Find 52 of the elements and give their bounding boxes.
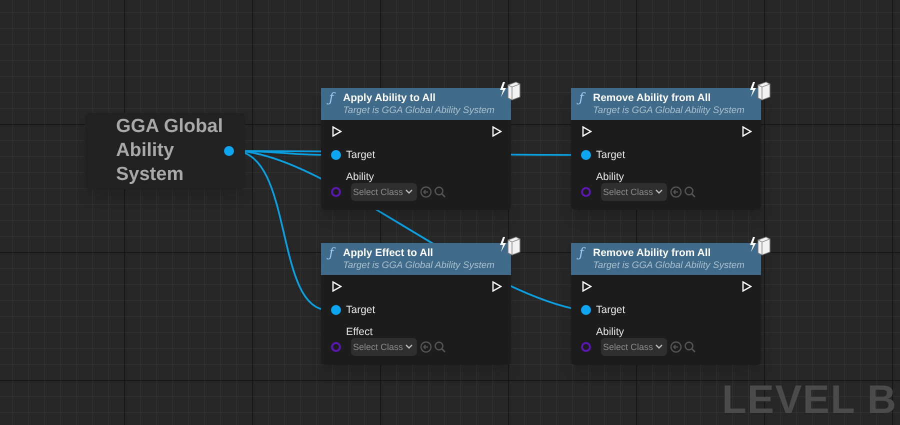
- node-title: Remove Ability from All: [593, 246, 711, 260]
- class-label: Ability: [596, 325, 624, 339]
- select-class-dropdown[interactable]: Select Class: [351, 338, 417, 356]
- target-pin[interactable]: [331, 150, 341, 160]
- function-node[interactable]: ƒ Remove Ability from All Target is GGA Global Ability System Target Ability Select Class: [571, 243, 761, 365]
- class-label: Ability: [346, 170, 374, 184]
- exec-out-pin[interactable]: [492, 281, 502, 292]
- exec-in-pin[interactable]: [332, 281, 342, 292]
- chevron-icon: [655, 189, 664, 195]
- server-icon: [749, 235, 771, 257]
- class-label: Effect: [346, 325, 373, 339]
- pin-label: Target: [596, 148, 626, 162]
- variable-node[interactable]: GGA Global Ability System: [85, 113, 245, 189]
- pin-label: Target: [346, 148, 376, 162]
- pin-label: Target: [346, 303, 376, 317]
- node-subtitle: Target is GGA Global Ability System: [593, 259, 745, 272]
- exec-out-pin[interactable]: [492, 126, 502, 137]
- target-pin[interactable]: [581, 150, 591, 160]
- select-class-dropdown[interactable]: Select Class: [601, 338, 667, 356]
- function-icon: ƒ: [329, 246, 334, 261]
- node-title: Apply Effect to All: [343, 246, 434, 260]
- output-pin[interactable]: [224, 146, 234, 156]
- node-subtitle: Target is GGA Global Ability System: [593, 104, 745, 117]
- exec-in-pin[interactable]: [582, 126, 592, 137]
- select-class-dropdown[interactable]: Select Class: [601, 183, 667, 201]
- function-icon: ƒ: [329, 91, 334, 106]
- node-subtitle: Target is GGA Global Ability System: [343, 259, 495, 272]
- graph-type-label: LEVEL B: [722, 380, 898, 420]
- function-icon: ƒ: [579, 91, 584, 106]
- exec-in-pin[interactable]: [582, 281, 592, 292]
- function-node[interactable]: ƒ Apply Ability to All Target is GGA Global Ability System Target Ability Select Class: [321, 88, 511, 210]
- function-node[interactable]: ƒ Apply Effect to All Target is GGA Global Ability System Target Effect Select Class: [321, 243, 511, 365]
- node-title: Apply Ability to All: [343, 91, 436, 105]
- server-icon: [749, 80, 771, 102]
- function-node[interactable]: ƒ Remove Ability from All Target is GGA Global Ability System Target Ability Select Class: [571, 88, 761, 210]
- function-icon: ƒ: [579, 246, 584, 261]
- target-pin[interactable]: [581, 305, 591, 315]
- exec-out-pin[interactable]: [742, 126, 752, 137]
- node-subtitle: Target is GGA Global Ability System: [343, 104, 495, 117]
- chevron-icon: [405, 344, 414, 350]
- chevron-icon: [405, 189, 414, 195]
- pin-label: Target: [596, 303, 626, 317]
- chevron-icon: [655, 344, 664, 350]
- exec-in-pin[interactable]: [332, 126, 342, 137]
- server-icon: [499, 235, 521, 257]
- class-label: Ability: [596, 170, 624, 184]
- variable-title: GGA Global Ability System: [116, 115, 224, 187]
- select-class-dropdown[interactable]: Select Class: [351, 183, 417, 201]
- exec-out-pin[interactable]: [742, 281, 752, 292]
- server-icon: [499, 80, 521, 102]
- target-pin[interactable]: [331, 305, 341, 315]
- node-title: Remove Ability from All: [593, 91, 711, 105]
